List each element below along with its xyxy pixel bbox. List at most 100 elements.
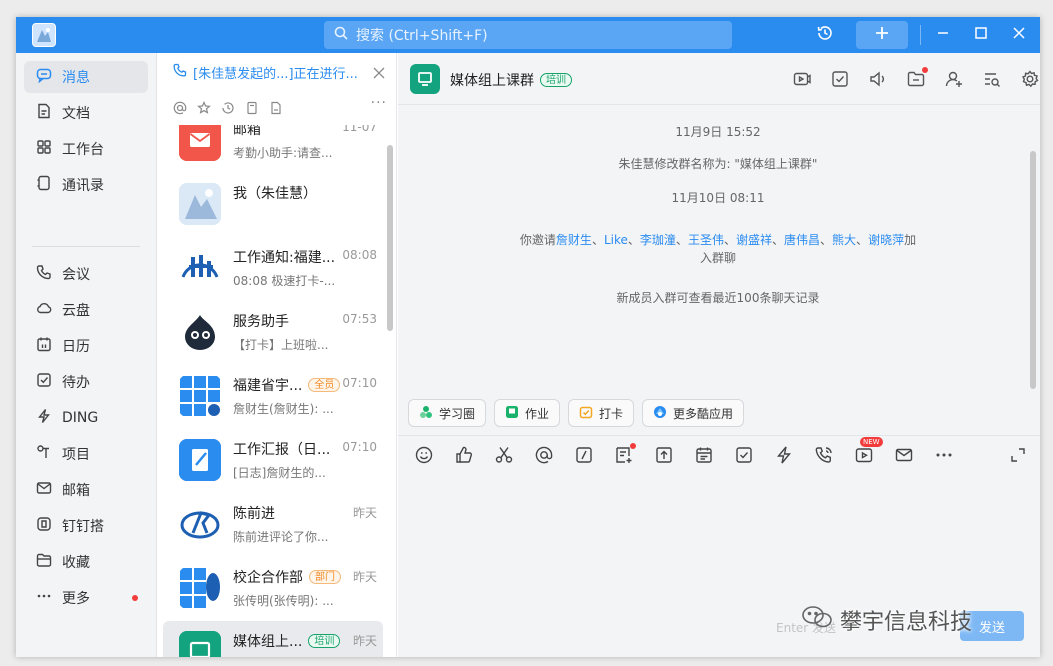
group-files-icon[interactable] bbox=[906, 67, 928, 89]
sidebar-item-ding[interactable]: DING bbox=[24, 402, 148, 434]
app-button-more-apps[interactable]: 更多酷应用 bbox=[642, 399, 745, 427]
emoji-icon[interactable] bbox=[414, 445, 434, 465]
sidebar-item-label: DING bbox=[62, 410, 99, 426]
sidebar-item-calendar[interactable]: 日历 bbox=[24, 330, 148, 362]
create-button[interactable] bbox=[856, 21, 908, 49]
invitee-link[interactable]: 熊大 bbox=[832, 233, 856, 247]
invitee-link[interactable]: 谢晓萍 bbox=[868, 233, 904, 247]
more-icon[interactable]: ··· bbox=[371, 95, 387, 111]
maximize-button[interactable] bbox=[966, 21, 996, 49]
assistant-avatar-icon bbox=[179, 311, 221, 353]
maximize-icon bbox=[972, 24, 990, 46]
conversation-item-service-assistant[interactable]: 服务助手 【打卡】上班啦... 07:53 bbox=[163, 301, 383, 365]
sidebar-item-cloud[interactable]: 云盘 bbox=[24, 294, 148, 326]
more-icon[interactable] bbox=[934, 445, 954, 465]
thumbs-up-icon[interactable] bbox=[454, 445, 474, 465]
conversation-item-chen-qianjin[interactable]: 陈前进 陈前进评论了你... 昨天 bbox=[163, 493, 383, 557]
sidebar-item-contacts[interactable]: 通讯录 bbox=[24, 169, 148, 201]
conversation-item-work-report[interactable]: 工作汇报（日... [日志]詹财生的... 07:10 bbox=[163, 429, 383, 493]
separator: 、 bbox=[771, 233, 784, 247]
sidebar-item-meeting[interactable]: 会议 bbox=[24, 258, 148, 290]
conversation-list-scrollbar[interactable] bbox=[387, 145, 393, 331]
conversation-name: 工作通知:福建... bbox=[233, 250, 336, 266]
chat-scrollbar[interactable] bbox=[1030, 151, 1036, 389]
separator: 、 bbox=[856, 233, 869, 247]
calendar-icon bbox=[36, 336, 52, 356]
announcement-icon[interactable] bbox=[868, 69, 888, 89]
file-icon[interactable] bbox=[269, 100, 283, 119]
sidebar-item-mail[interactable]: 邮箱 bbox=[24, 474, 148, 506]
invitee-link[interactable]: 谢盛祥 bbox=[736, 233, 772, 247]
conversation-name: 福建省宇... bbox=[233, 378, 303, 394]
app-button-homework[interactable]: 作业 bbox=[494, 399, 561, 427]
app-label: 学习圈 bbox=[439, 406, 476, 421]
cool-apps-bar: 学习圈 作业 打卡 更多酷应用 bbox=[408, 399, 745, 427]
search-history-icon[interactable] bbox=[982, 69, 1002, 89]
mention-icon[interactable] bbox=[534, 445, 554, 465]
app-button-study-circle[interactable]: 学习圈 bbox=[408, 399, 487, 427]
close-icon[interactable] bbox=[372, 65, 386, 79]
mail-icon[interactable] bbox=[894, 445, 914, 465]
contacts-icon bbox=[36, 175, 52, 195]
conversation-time: 昨天 bbox=[352, 570, 377, 584]
sidebar-item-messages[interactable]: 消息 bbox=[24, 61, 148, 93]
ding-bolt-icon[interactable] bbox=[774, 445, 794, 465]
sidebar-item-docs[interactable]: 文档 bbox=[24, 97, 148, 129]
separator: 、 bbox=[675, 233, 688, 247]
new-badge: NEW bbox=[860, 437, 883, 447]
sidebar-item-workbench[interactable]: 工作台 bbox=[24, 133, 148, 165]
sidebar-item-builder[interactable]: 钉钉搭 bbox=[24, 510, 148, 542]
at-icon[interactable] bbox=[173, 100, 187, 119]
conversation-item-media-group[interactable]: 媒体组上... 培训 昨天 bbox=[163, 621, 383, 657]
close-button[interactable] bbox=[1004, 21, 1034, 49]
conversation-time: 昨天 bbox=[352, 634, 377, 648]
sidebar-item-more[interactable]: 更多 bbox=[24, 582, 148, 614]
folder-icon bbox=[36, 552, 52, 572]
expand-icon[interactable] bbox=[1008, 445, 1028, 465]
scissors-icon[interactable] bbox=[494, 445, 514, 465]
conversation-item-all-staff-group[interactable]: 福建省宇... 全员 詹财生(詹财生): ... 07:10 bbox=[163, 365, 383, 429]
video-icon[interactable] bbox=[792, 69, 812, 89]
search-bar[interactable]: 搜索 (Ctrl+Shift+F) bbox=[324, 21, 732, 49]
settings-gear-icon[interactable] bbox=[1020, 69, 1040, 89]
invitee-link[interactable]: 王圣伟 bbox=[688, 233, 724, 247]
sidebar-item-label: 更多 bbox=[62, 591, 90, 607]
conversation-item-work-notice[interactable]: 工作通知:福建... 08:08 极速打卡-... 08:08 bbox=[163, 237, 383, 301]
minimize-button[interactable] bbox=[928, 21, 958, 49]
add-member-icon[interactable] bbox=[944, 69, 964, 89]
clock-icon[interactable] bbox=[221, 100, 235, 119]
group-avatar-icon[interactable] bbox=[410, 64, 440, 94]
invitee-link[interactable]: 李珈潼 bbox=[640, 233, 676, 247]
todo-icon[interactable] bbox=[830, 69, 850, 89]
schedule-icon[interactable] bbox=[694, 445, 714, 465]
live-banner-text: [朱佳慧发起的...]正在进行... bbox=[193, 66, 358, 82]
invitee-link[interactable]: 詹财生 bbox=[556, 233, 592, 247]
live-video-icon[interactable]: NEW bbox=[854, 437, 883, 465]
conversation-item-self[interactable]: 我（朱佳慧） bbox=[163, 173, 383, 237]
invitee-link[interactable]: Like bbox=[604, 233, 628, 247]
notification-dot bbox=[922, 67, 928, 73]
chat-title[interactable]: 媒体组上课群 培训 bbox=[450, 70, 572, 90]
search-placeholder: 搜索 (Ctrl+Shift+F) bbox=[356, 28, 488, 44]
history-button[interactable] bbox=[810, 21, 840, 49]
sidebar-item-label: 云盘 bbox=[62, 303, 90, 319]
sidebar-item-todo[interactable]: 待办 bbox=[24, 366, 148, 398]
chat-header: 媒体组上课群 培训 bbox=[398, 53, 1040, 105]
conversation-item-mailbox[interactable]: 邮箱 考勤小助手:请查... 11-07 bbox=[163, 125, 383, 173]
archive-icon[interactable] bbox=[245, 100, 259, 119]
sidebar-item-favorites[interactable]: 收藏 bbox=[24, 546, 148, 578]
app-button-checkin[interactable]: 打卡 bbox=[568, 399, 635, 427]
sidebar-divider bbox=[32, 246, 140, 247]
slash-command-icon[interactable] bbox=[574, 445, 594, 465]
live-meeting-banner[interactable]: [朱佳慧发起的...]正在进行... bbox=[157, 53, 397, 91]
star-icon[interactable] bbox=[197, 100, 211, 119]
conversation-item-dept-group[interactable]: 校企合作部 部门 张传明(张传明): ... 昨天 bbox=[163, 557, 383, 621]
invitee-link[interactable]: 唐伟昌 bbox=[784, 233, 820, 247]
upload-icon[interactable] bbox=[654, 445, 674, 465]
call-icon[interactable] bbox=[814, 445, 834, 465]
task-icon[interactable] bbox=[734, 445, 754, 465]
add-note-icon[interactable] bbox=[614, 443, 636, 465]
sidebar-item-project[interactable]: 项目 bbox=[24, 438, 148, 470]
user-avatar[interactable] bbox=[32, 23, 56, 47]
conversation-list: 邮箱 考勤小助手:请查... 11-07 我（朱佳慧） 工作通知:福建... 0… bbox=[157, 125, 397, 657]
